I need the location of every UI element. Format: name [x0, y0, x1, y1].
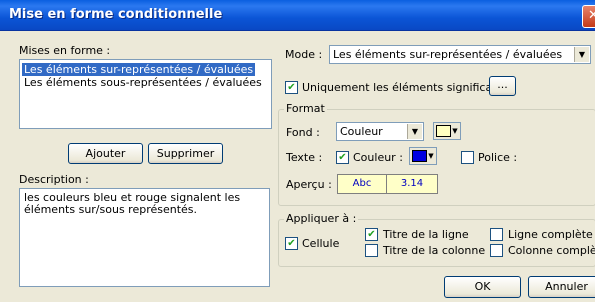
apply-group-title: Appliquer à :: [284, 212, 359, 225]
description-text: les couleurs bleu et rouge signalent les…: [24, 191, 241, 216]
ok-button[interactable]: OK: [444, 276, 521, 298]
checkmark-icon: ✔: [367, 229, 376, 240]
background-label: Fond :: [286, 126, 320, 139]
full-col-label: Colonne complète: [508, 244, 595, 257]
checkmark-icon: ✔: [287, 82, 296, 93]
col-title-checkbox[interactable]: [365, 244, 378, 257]
cancel-button[interactable]: Annuler: [528, 276, 595, 298]
text-label: Texte :: [286, 151, 323, 164]
significant-label: Uniquement les éléments significatifs: [302, 81, 510, 94]
full-col-checkbox[interactable]: [490, 244, 503, 257]
full-row-checkbox[interactable]: [490, 228, 503, 241]
chevron-down-icon: ▼: [452, 127, 458, 135]
list-item[interactable]: Les éléments sous-représentées / évaluée…: [22, 76, 264, 89]
col-title-label: Titre de la colonne: [383, 244, 486, 257]
chevron-down-icon: ▼: [574, 47, 589, 62]
background-color-swatch: [436, 125, 451, 137]
row-title-checkbox[interactable]: ✔: [365, 228, 378, 241]
significant-checkbox[interactable]: ✔: [285, 81, 298, 94]
text-color-picker[interactable]: ▼: [409, 147, 437, 165]
list-item-label: Les éléments sur-représentées / évaluées: [24, 63, 254, 76]
close-button[interactable]: ✕: [582, 5, 595, 28]
background-color-picker[interactable]: ▼: [433, 122, 461, 140]
background-select[interactable]: Couleur ▼: [336, 122, 424, 141]
mode-select[interactable]: Les éléments sur-représentées / évaluées…: [329, 45, 591, 64]
list-item[interactable]: Les éléments sur-représentées / évaluées: [22, 63, 256, 76]
description-label: Description :: [19, 173, 89, 186]
chevron-down-icon: ▼: [428, 152, 434, 160]
row-title-label: Titre de la ligne: [383, 228, 469, 241]
checkmark-icon: ✔: [287, 238, 296, 249]
preview-label: Aperçu :: [286, 178, 332, 191]
close-icon: ✕: [588, 8, 595, 23]
description-field[interactable]: les couleurs bleu et rouge signalent les…: [19, 188, 270, 287]
cell-checkbox[interactable]: ✔: [285, 237, 298, 250]
text-color-label: Couleur :: [353, 151, 403, 164]
format-group-title: Format: [284, 102, 327, 115]
font-checkbox[interactable]: [461, 151, 474, 164]
preview-number-sample: 3.14: [386, 174, 438, 194]
window-title: Mise en forme conditionnelle: [9, 7, 223, 22]
delete-button[interactable]: Supprimer: [148, 143, 223, 164]
font-label: Police :: [478, 151, 518, 164]
background-value: Couleur: [340, 125, 383, 138]
add-button[interactable]: Ajouter: [68, 143, 143, 164]
list-item-label: Les éléments sous-représentées / évaluée…: [24, 76, 262, 89]
text-color-checkbox[interactable]: ✔: [336, 151, 349, 164]
formats-list-label: Mises en forme :: [19, 44, 111, 57]
full-row-label: Ligne complète: [508, 228, 593, 241]
chevron-down-icon: ▼: [407, 124, 422, 139]
text-color-swatch: [412, 150, 427, 162]
mode-label: Mode :: [285, 48, 323, 61]
title-bar[interactable]: Mise en forme conditionnelle ✕: [0, 0, 595, 31]
significant-options-button[interactable]: ...: [489, 76, 516, 96]
preview-text-sample: Abc: [337, 174, 387, 194]
checkmark-icon: ✔: [338, 152, 347, 163]
cell-label: Cellule: [302, 237, 340, 250]
dialog-window: Mise en forme conditionnelle ✕ Mises en …: [0, 0, 595, 302]
mode-value: Les éléments sur-représentées / évaluées: [333, 48, 563, 61]
formats-list[interactable]: Les éléments sur-représentées / évaluées…: [19, 59, 272, 129]
